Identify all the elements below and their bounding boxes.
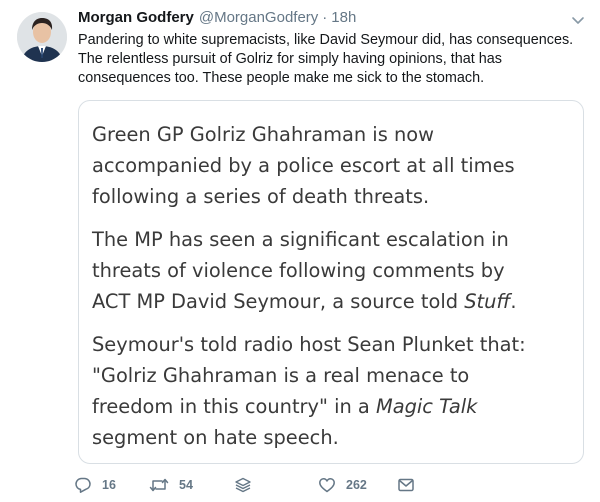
quote-line: freedom in this country" in a Magic Talk — [92, 391, 578, 422]
quote-italic-source: Stuff — [464, 290, 511, 313]
quote-line: Green GP Golriz Ghahraman is now — [92, 123, 434, 146]
quote-text: ACT MP David Seymour, a source told — [92, 290, 465, 313]
quote-paragraph: Seymour's told radio host Sean Plunket t… — [92, 329, 578, 453]
quote-line: Seymour's told radio host Sean Plunket t… — [92, 333, 526, 356]
quote-text: . — [510, 290, 517, 313]
retweet-icon — [149, 476, 169, 494]
quoted-article-text: Green GP Golriz Ghahraman is now accompa… — [92, 119, 578, 465]
direct-message-button[interactable] — [397, 474, 415, 496]
author-handle[interactable]: @MorganGodfery — [199, 9, 318, 26]
tweet-text-line: consequences too. These people make me s… — [78, 70, 485, 86]
reply-button[interactable]: 16 — [74, 474, 116, 496]
heart-icon — [318, 476, 336, 494]
quote-line: following a series of death threats. — [92, 185, 430, 208]
quote-text: freedom in this country" in a — [92, 395, 376, 418]
author-name[interactable]: Morgan Godfery — [78, 9, 194, 26]
tweet[interactable]: Morgan Godfery @MorganGodfery · 18h Pand… — [0, 0, 600, 502]
quote-line: threats of violence following comments b… — [92, 259, 505, 282]
quote-italic-show: Magic Talk — [375, 395, 478, 418]
retweet-count: 54 — [179, 478, 193, 492]
tweet-text-line: The relentless pursuit of Golriz for sim… — [78, 51, 502, 67]
timestamp[interactable]: 18h — [331, 9, 356, 26]
quote-line: ACT MP David Seymour, a source told Stuf… — [92, 286, 578, 317]
avatar[interactable] — [17, 12, 67, 62]
quote-paragraph: Green GP Golriz Ghahraman is now accompa… — [92, 119, 578, 212]
chevron-down-icon[interactable] — [570, 12, 586, 28]
quote-line: accompanied by a police escort at all ti… — [92, 154, 515, 177]
tweet-actions: 16 54 262 — [74, 474, 594, 496]
tweet-header: Morgan Godfery @MorganGodfery · 18h — [78, 9, 356, 31]
envelope-icon — [397, 476, 415, 494]
quote-line: The MP has seen a significant escalation… — [92, 228, 509, 251]
stack-button[interactable] — [234, 474, 252, 496]
stack-icon — [234, 476, 252, 494]
tweet-text-line: Pandering to white supremacists, like Da… — [78, 32, 574, 48]
like-count: 262 — [346, 478, 367, 492]
quote-line: segment on hate speech. — [92, 426, 339, 449]
retweet-button[interactable]: 54 — [149, 474, 193, 496]
reply-icon — [74, 476, 92, 494]
tweet-text: Pandering to white supremacists, like Da… — [78, 31, 583, 88]
quote-line: "Golriz Ghahraman is a real menace to — [92, 364, 470, 387]
quote-paragraph: The MP has seen a significant escalation… — [92, 224, 578, 317]
reply-count: 16 — [102, 478, 116, 492]
quoted-image-card[interactable]: Green GP Golriz Ghahraman is now accompa… — [78, 100, 584, 464]
separator: · — [322, 9, 328, 26]
like-button[interactable]: 262 — [318, 474, 367, 496]
